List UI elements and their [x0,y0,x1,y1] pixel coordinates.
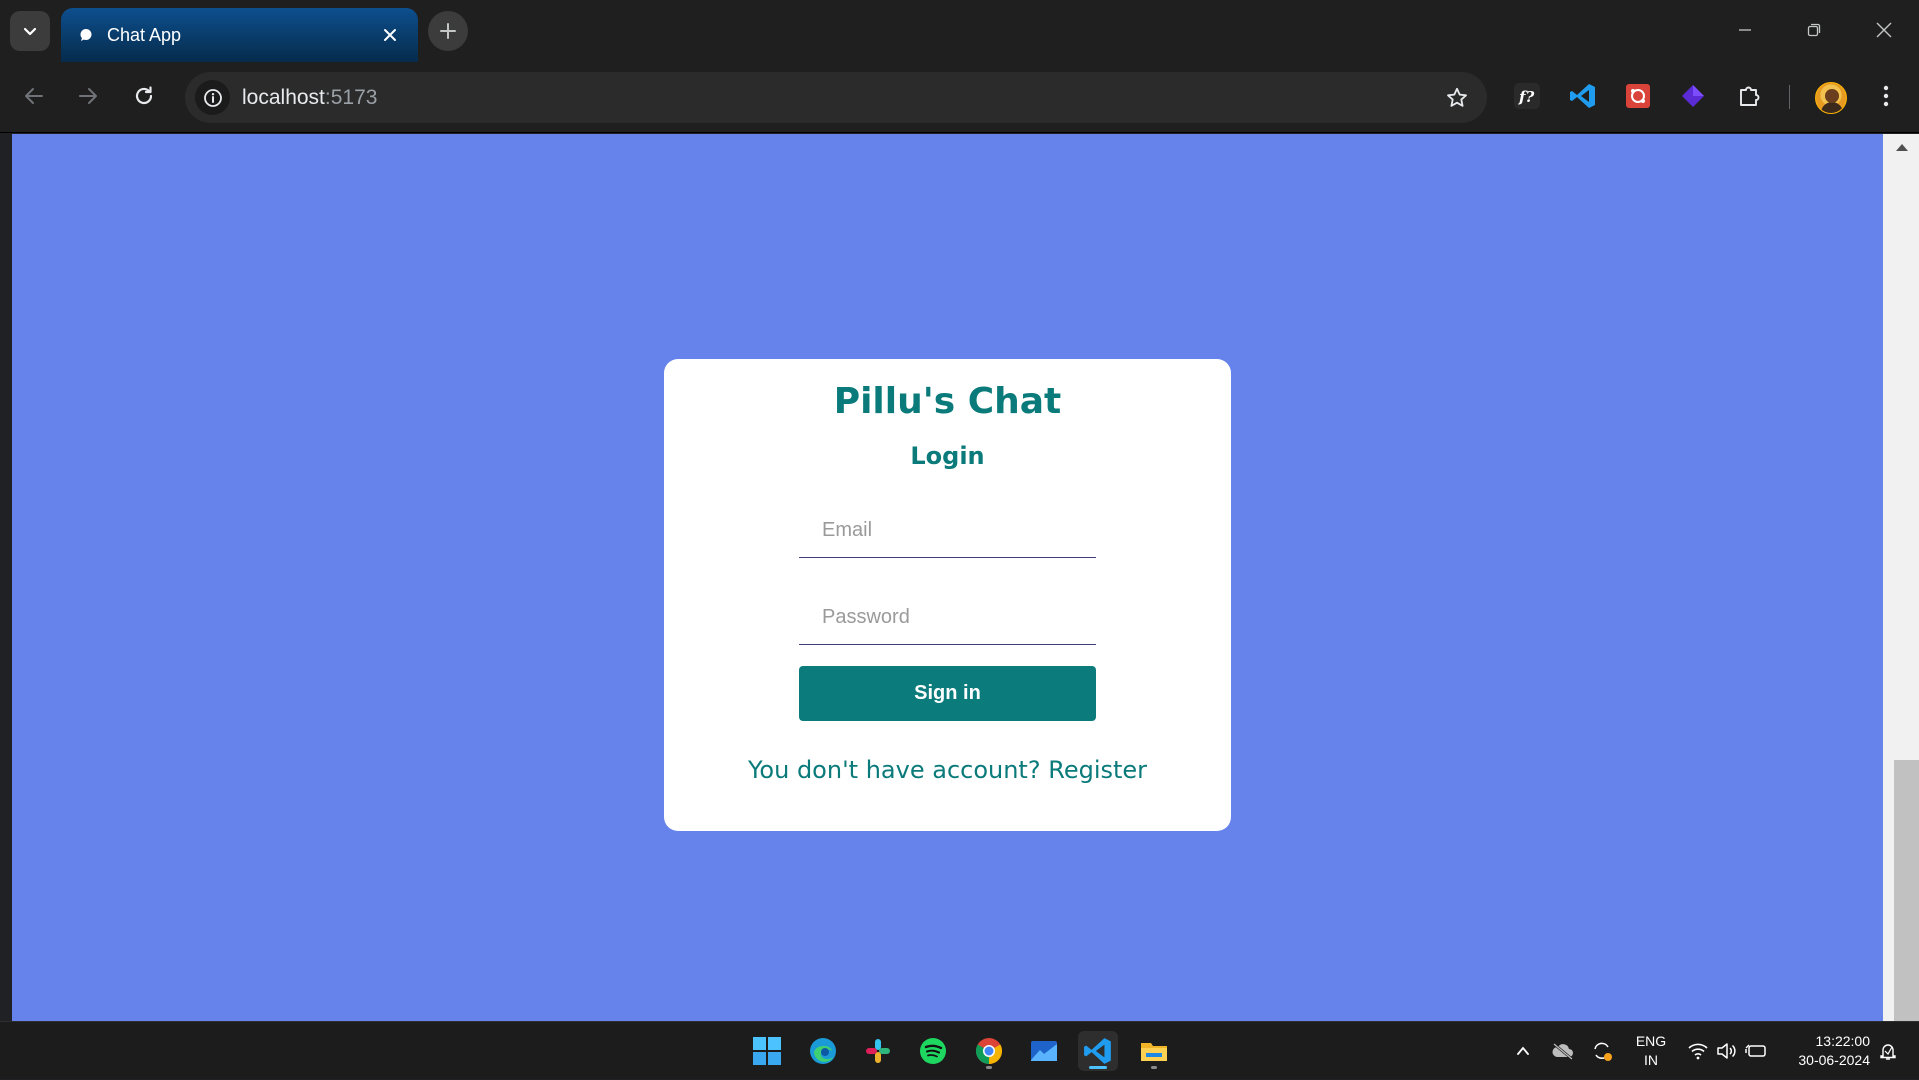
reload-icon [135,86,153,105]
cloud-offline-icon [1552,1043,1573,1060]
login-heading: Login [910,442,985,470]
battery-status[interactable] [1741,1022,1771,1080]
taskbar-edge[interactable] [803,1031,843,1071]
region-code: IN [1644,1052,1658,1068]
arrow-right-icon [79,88,97,104]
sync-status[interactable] [1587,1022,1617,1080]
url-port: :5173 [324,86,378,109]
scroll-up-arrow-icon[interactable] [1896,144,1908,151]
scrollbar-thumb[interactable] [1894,760,1919,1021]
star-icon [1447,87,1467,107]
email-field[interactable] [799,504,1096,558]
password-field[interactable] [799,591,1096,645]
battery-plug-icon [1745,1044,1766,1057]
plus-icon [440,23,456,39]
sync-icon [1594,1042,1612,1061]
file-explorer-icon [1141,1043,1167,1061]
purple-cube-icon [1682,85,1704,107]
slack-icon [866,1039,890,1063]
clock-time: 13:22:00 [1815,1033,1871,1049]
wifi-icon [1688,1043,1708,1060]
site-info-button[interactable] [195,80,230,115]
show-hidden-icons-button[interactable] [1508,1022,1538,1080]
restore-icon [1807,23,1821,37]
sign-in-button[interactable]: Sign in [799,666,1096,721]
close-icon [384,29,396,41]
back-button[interactable] [14,76,54,116]
minimize-icon [1739,29,1751,31]
register-prompt-line: You don't have account? Register [664,756,1231,784]
tab-title: Chat App [107,24,182,45]
tab-chat-app[interactable]: Chat App [61,8,418,62]
chat-bubble-icon [78,27,94,43]
taskbar-slack[interactable] [858,1031,898,1071]
red-extension[interactable] [1619,77,1657,115]
spotify-icon [920,1038,946,1064]
fonts-ninja-icon: f? [1514,83,1540,109]
svg-text:f?: f? [1518,88,1534,106]
profile-avatar[interactable] [1815,82,1847,114]
login-page-background: Pillu's Chat Login Sign in You don't hav… [12,134,1883,1021]
taskbar-spotify[interactable] [913,1031,953,1071]
close-icon [1876,22,1892,38]
toolbar-divider [1789,85,1790,109]
input-language-indicator[interactable]: ENG IN [1625,1022,1677,1080]
address-bar[interactable]: localhost:5173 [185,72,1487,123]
windows-start-icon [753,1037,781,1065]
taskbar-mail[interactable] [1024,1031,1064,1071]
taskbar-chrome[interactable] [969,1031,1009,1071]
volume-status[interactable] [1713,1022,1739,1080]
onedrive-status[interactable] [1547,1022,1579,1080]
active-indicator [1089,1066,1107,1069]
running-indicator [986,1066,992,1069]
edge-icon [810,1038,836,1064]
taskbar-vscode[interactable] [1078,1031,1118,1071]
clock-date: 30-06-2024 [1798,1052,1870,1068]
running-indicator [1151,1066,1157,1069]
reload-button[interactable] [124,76,164,116]
start-button[interactable] [747,1031,787,1071]
wifi-status[interactable] [1684,1022,1712,1080]
arrow-left-icon [25,88,43,104]
restore-button[interactable] [1791,10,1837,50]
puzzle-icon [1740,86,1760,106]
browser-viewport: Pillu's Chat Login Sign in You don't hav… [0,134,1919,1021]
browser-menu-button[interactable] [1866,76,1906,116]
fonts-ninja-extension[interactable]: f? [1508,77,1546,115]
mail-icon [1031,1041,1057,1061]
tab-search-button[interactable] [10,11,50,51]
chevron-up-icon [1517,1046,1529,1055]
new-tab-button[interactable] [428,11,468,51]
app-brand-title: Pillu's Chat [833,381,1062,422]
login-card: Pillu's Chat Login Sign in You don't hav… [664,359,1231,831]
url-host: localhost [242,86,325,109]
browser-toolbar: localhost:5173 f? [0,62,1919,133]
chevron-down-icon [23,27,37,36]
extensions-menu-button[interactable] [1730,77,1768,115]
purple-extension[interactable] [1674,77,1712,115]
notification-icon [1880,1044,1896,1060]
red-extension-icon [1626,84,1650,108]
vscode-icon [1084,1038,1111,1064]
bookmark-button[interactable] [1439,80,1475,116]
close-tab-button[interactable] [376,21,404,49]
info-icon [203,88,222,107]
register-link[interactable]: Register [1048,756,1147,784]
url-text: localhost:5173 [242,86,377,110]
tab-strip: Chat App [0,0,1919,62]
close-window-button[interactable] [1861,10,1907,50]
language-code: ENG [1635,1033,1667,1049]
vscode-icon [1570,84,1595,108]
register-prompt-text: You don't have account? [747,756,1041,784]
forward-button[interactable] [68,76,108,116]
minimize-button[interactable] [1722,10,1768,50]
speaker-icon [1717,1043,1736,1059]
chrome-icon [975,1038,1003,1065]
kebab-menu-icon [1883,85,1889,107]
vscode-extension[interactable] [1564,77,1602,115]
windows-taskbar: ENG IN 13:22:00 30-06-2024 [0,1021,1919,1079]
notification-center-button[interactable] [1874,1022,1902,1080]
taskbar-file-explorer[interactable] [1134,1031,1174,1071]
clock[interactable]: 13:22:00 30-06-2024 [1780,1022,1870,1080]
